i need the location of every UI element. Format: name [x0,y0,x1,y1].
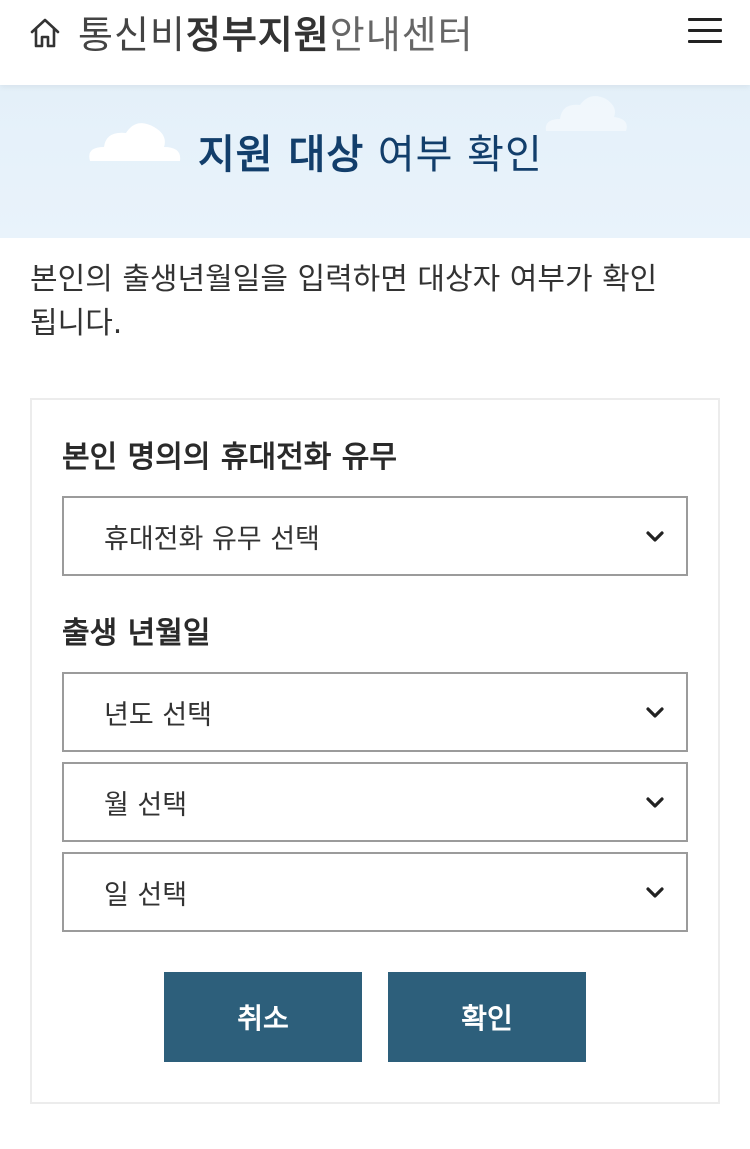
eligibility-form: 본인 명의의 휴대전화 유무 휴대전화 유무 선택 출생 년월일 년도 선택 월… [30,398,720,1104]
birth-year-select-value: 년도 선택 [104,699,212,731]
page-banner: 지원 대상 여부 확인 [0,85,750,238]
chevron-down-icon [646,887,664,898]
menu-line [688,40,722,43]
cloud-icon [545,96,627,131]
phone-ownership-select[interactable]: 휴대전화 유무 선택 [62,496,688,576]
site-title-part2: 정부지원 [185,13,330,57]
birth-date-label: 출생 년월일 [62,616,211,651]
menu-line [688,18,722,21]
cloud-icon [89,123,181,161]
phone-ownership-select-value: 휴대전화 유무 선택 [104,523,320,555]
hamburger-menu-icon[interactable] [688,18,722,48]
chevron-down-icon [646,531,664,542]
birth-month-select[interactable]: 월 선택 [62,762,688,842]
confirm-button[interactable]: 확인 [388,972,586,1062]
site-title-part3: 안내센터 [329,13,474,57]
chevron-down-icon [646,797,664,808]
birth-year-select[interactable]: 년도 선택 [62,672,688,752]
birth-day-select[interactable]: 일 선택 [62,852,688,932]
page-title-bold: 지원 대상 [198,132,365,178]
page-title-regular: 여부 확인 [377,132,543,178]
menu-line [688,29,722,32]
header: 통신비정부지원안내센터 [0,0,750,85]
birth-month-select-value: 월 선택 [104,789,188,821]
cancel-button[interactable]: 취소 [164,972,362,1062]
site-title[interactable]: 통신비정부지원안내센터 [78,12,474,58]
chevron-down-icon [646,707,664,718]
phone-ownership-label: 본인 명의의 휴대전화 유무 [62,440,397,475]
home-icon[interactable] [28,16,62,50]
birth-day-select-value: 일 선택 [104,879,188,911]
intro-text: 본인의 출생년월일을 입력하면 대상자 여부가 확인 됩니다. [30,262,658,341]
site-title-part1: 통신비 [78,13,186,57]
page-title: 지원 대상 여부 확인 [198,129,543,181]
